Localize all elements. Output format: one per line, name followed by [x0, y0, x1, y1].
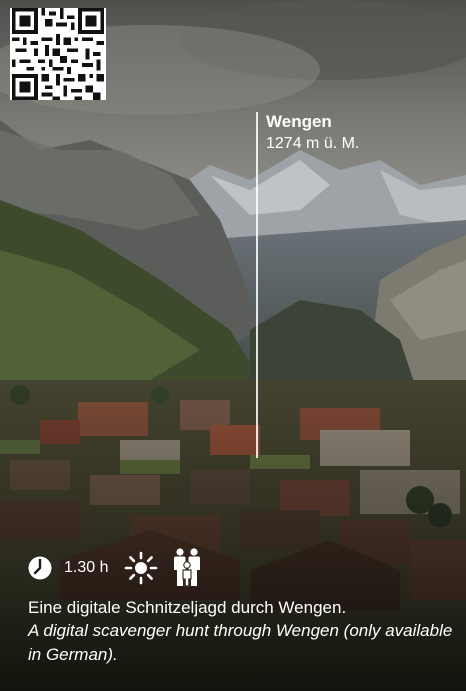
tour-description: Eine digitale Schnitzeljagd durch Wengen… — [28, 596, 458, 666]
place-altitude: 1274 m ü. M. — [266, 135, 360, 153]
sun-icon — [125, 551, 158, 585]
description-english: A digital scavenger hunt through Wengen … — [28, 621, 453, 664]
location-marker-line — [256, 112, 258, 458]
clock-icon — [28, 556, 52, 580]
tour-card[interactable]: Wengen 1274 m ü. M. 1.30 h Eine digitale… — [0, 0, 466, 691]
location-label: Wengen 1274 m ü. M. — [266, 112, 359, 154]
tour-duration: 1.30 h — [64, 559, 109, 576]
family-icon — [174, 548, 201, 587]
tour-info-row: 1.30 h — [28, 548, 202, 588]
place-name: Wengen — [266, 112, 332, 131]
qr-code[interactable] — [10, 8, 106, 100]
description-german: Eine digitale Schnitzeljagd durch Wengen… — [28, 598, 347, 617]
